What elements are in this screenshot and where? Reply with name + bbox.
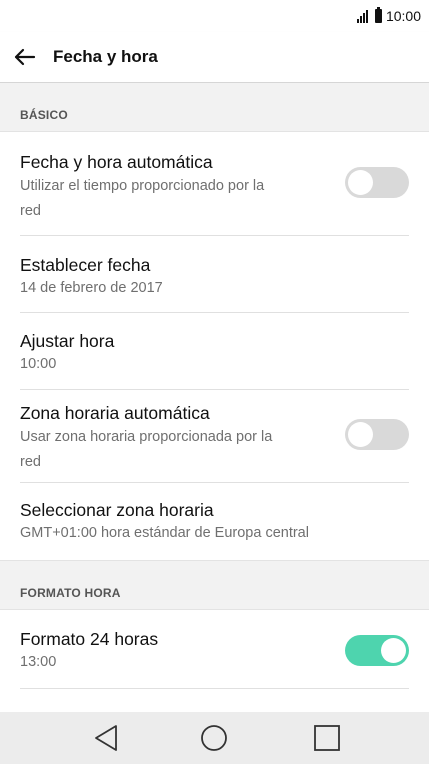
setting-select-timezone[interactable]: Seleccionar zona horaria GMT+01:00 hora … [0,483,429,560]
auto-timezone-toggle[interactable] [345,419,409,450]
setting-set-date[interactable]: Establecer fecha 14 de febrero de 2017 [0,236,429,313]
setting-subtitle-line2: red [20,203,41,219]
setting-auto-timezone[interactable]: Zona horaria automática Usar zona horari… [0,390,429,483]
setting-subtitle-line1: Utilizar el tiempo proporcionado por la [20,178,265,194]
setting-value: 14 de febrero de 2017 [20,280,163,296]
format-24h-toggle[interactable] [345,635,409,666]
toggle-knob [381,638,406,663]
setting-value: 13:00 [20,654,57,670]
section-label: FORMATO HORA [20,586,121,600]
status-bar: 10:00 [0,0,429,32]
page-title: Fecha y hora [53,47,158,66]
setting-title: Formato 24 horas [20,629,159,649]
section-label: BÁSICO [20,108,68,122]
arrow-left-icon [14,48,36,66]
setting-value: GMT+01:00 hora estándar de Europa centra… [20,525,309,541]
nav-home-button[interactable] [194,722,234,754]
home-circle-icon [201,725,227,751]
back-button[interactable] [10,42,40,72]
navigation-bar [0,712,429,764]
recents-square-icon [314,725,340,751]
section-header-format: FORMATO HORA [0,560,429,610]
settings-list: BÁSICO Fecha y hora automática Utilizar … [0,83,429,712]
setting-title: Establecer fecha [20,255,151,275]
section-header-basic: BÁSICO [0,83,429,132]
nav-back-button[interactable] [86,722,126,754]
app-bar: Fecha y hora [0,32,429,83]
setting-title: Fecha y hora automática [20,152,213,172]
status-time: 10:00 [385,8,421,24]
setting-title: Seleccionar zona horaria [20,500,214,520]
setting-auto-datetime[interactable]: Fecha y hora automática Utilizar el tiem… [0,132,429,236]
setting-subtitle-line1: Usar zona horaria proporcionada por la [20,429,273,445]
setting-set-time[interactable]: Ajustar hora 10:00 [0,313,429,390]
status-indicators: 10:00 [356,6,421,26]
setting-subtitle-line2: red [20,454,41,470]
setting-format-24h[interactable]: Formato 24 horas 13:00 [0,610,429,689]
auto-datetime-toggle[interactable] [345,167,409,198]
toggle-knob [348,170,373,195]
setting-title: Ajustar hora [20,331,115,351]
nav-recents-button[interactable] [307,722,347,754]
setting-title: Zona horaria automática [20,403,210,423]
toggle-knob [348,422,373,447]
battery-icon [374,7,382,23]
back-triangle-icon [95,725,117,751]
signal-icon [356,9,368,23]
setting-value: 10:00 [20,356,57,372]
